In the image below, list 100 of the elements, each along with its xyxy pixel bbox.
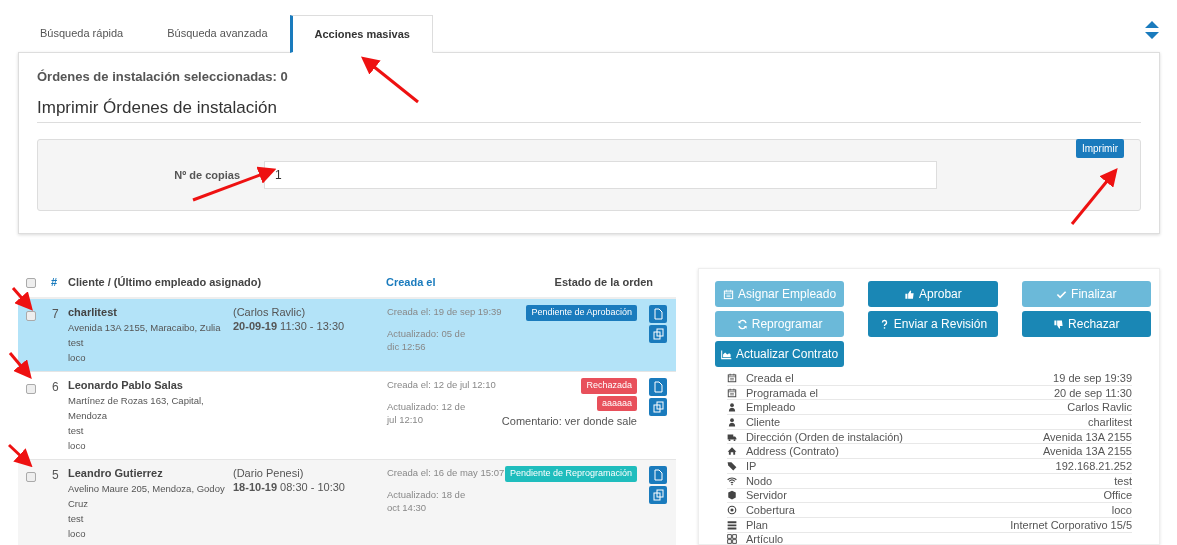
copy-icon[interactable]	[649, 486, 667, 504]
detail-label: Artículo	[745, 532, 785, 544]
tag-icon	[726, 460, 737, 471]
annotation-arrow	[7, 443, 33, 468]
detail-label: Dirección (Orden de instalación)	[745, 429, 905, 444]
copy-icon[interactable]	[649, 398, 667, 416]
row-number: 5	[52, 467, 60, 484]
document-icon[interactable]	[649, 378, 667, 396]
annotation-arrow	[1070, 168, 1118, 225]
detail-value: Internet Corporativo 15/5	[1010, 517, 1132, 532]
employee-name: (Dario Penesi)	[233, 466, 305, 480]
client-name: charlitest	[68, 305, 118, 320]
schedule-text: 18-10-19 08:30 - 10:30	[233, 480, 346, 494]
detail-value: Office	[1103, 488, 1132, 503]
status-badge: Rechazada	[581, 378, 637, 394]
column-header[interactable]: #	[51, 274, 68, 291]
detail-label: Cobertura	[745, 503, 796, 518]
sort-arrows-icon[interactable]	[1144, 20, 1160, 40]
thumbs-up-icon	[904, 288, 916, 300]
action-button[interactable]: Rechazar	[1021, 311, 1151, 337]
status-badge: aaaaaa	[596, 395, 637, 411]
calendar-icon	[723, 288, 735, 300]
copy-icon[interactable]	[649, 325, 667, 343]
calendar-icon	[726, 372, 737, 383]
selected-table-row[interactable]: 7 charlitest Avenida 13A 2155, Maracaibo, Zulia test loco (Carlos Ravlic) 20-09-19 11:30 - 13:30 Creada el: 19 de sep 19:39 Actualizado: 05 de dic 12:56 Pendiente de Aprobación	[18, 299, 676, 372]
detail-label: Cliente	[745, 414, 782, 429]
action-button[interactable]: Aprobar	[868, 281, 998, 307]
calendar-icon	[726, 387, 737, 398]
row-number: 6	[52, 379, 60, 396]
client-note: loco	[68, 527, 87, 541]
client-name: Leonardo Pablo Salas	[68, 378, 184, 393]
client-note: test	[68, 512, 85, 526]
row-checkbox[interactable]	[26, 384, 36, 394]
target-icon	[726, 505, 737, 516]
annotation-arrow	[360, 56, 419, 104]
status-badge: Pendiente de Reprogramación	[504, 466, 637, 482]
annotation-arrow	[11, 287, 33, 311]
tab[interactable]: Acciones masivas	[289, 15, 433, 53]
grid-icon	[726, 534, 737, 544]
copies-input[interactable]: 1	[264, 161, 937, 189]
action-button[interactable]: Enviar a Revisión	[868, 311, 998, 337]
detail-value: charlitest	[1087, 414, 1132, 429]
status-badge: Pendiente de Aprobación	[526, 305, 637, 321]
created-date: Creada el: 16 de may 15:07	[387, 466, 506, 479]
detail-value: test	[1114, 473, 1132, 488]
detail-value: 20 de sep 11:30	[1053, 385, 1132, 400]
action-button[interactable]: Actualizar Contrato	[714, 341, 845, 367]
tab[interactable]: Búsqueda rápida	[18, 14, 146, 52]
row-number: 7	[52, 306, 60, 323]
select-all-checkbox[interactable]	[26, 277, 36, 288]
wifi-icon	[726, 475, 737, 486]
document-icon[interactable]	[649, 305, 667, 323]
user-icon	[726, 416, 737, 427]
thumbs-down-icon	[1053, 318, 1065, 330]
detail-label: Plan	[745, 517, 769, 532]
client-note: loco	[68, 351, 87, 365]
detail-label: Nodo	[745, 473, 774, 488]
client-name: Leandro Gutierrez	[68, 466, 164, 481]
detail-value: 192.168.21.252	[1055, 458, 1132, 473]
column-header[interactable]: Creada el	[386, 274, 486, 291]
created-date: Creada el: 19 de sep 19:39	[387, 305, 503, 318]
print-button[interactable]: Imprimir	[1075, 139, 1124, 158]
row-checkbox[interactable]	[26, 311, 36, 321]
section-title: Imprimir Órdenes de instalación	[37, 94, 1141, 123]
column-header: Cliente / (Último empleado asignado)	[68, 275, 263, 291]
order-comment: Comentario: ver donde sale	[501, 414, 637, 429]
detail-value: Avenida 13A 2155	[1042, 444, 1132, 459]
detail-value: Carlos Ravlic	[1067, 400, 1132, 415]
detail-label: Programada el	[745, 385, 820, 400]
updated-date: Actualizado: 05 de dic 12:56	[387, 327, 467, 353]
annotation-arrow	[8, 352, 32, 379]
detail-label: Servidor	[745, 488, 788, 503]
client-note: test	[68, 336, 85, 350]
client-note: loco	[68, 439, 87, 453]
column-header: Estado de la orden	[553, 275, 653, 291]
updated-date: Actualizado: 12 de jul 12:10	[387, 400, 467, 426]
tab[interactable]: Búsqueda avanzada	[145, 14, 290, 52]
copies-label: Nº de copias	[173, 167, 241, 183]
employee-name: (Carlos Ravlic)	[233, 305, 307, 319]
user-icon	[726, 402, 737, 413]
detail-label: Address (Contrato)	[745, 444, 840, 459]
table-row[interactable]: 5 Leandro Gutierrez Avelino Maure 205, Mendoza, Godoy Cruz test loco (Dario Penesi) 18-10-19 08:30 - 10:30 Creada el: 16 de may 15:07 Actualizado: 18 de oct 14:30 Pendiente de Reprogramación	[18, 460, 676, 545]
detail-label: IP	[745, 458, 758, 473]
document-icon[interactable]	[649, 466, 667, 484]
schedule-text: 20-09-19 11:30 - 13:30	[233, 319, 346, 333]
detail-value: Avenida 13A 2155	[1042, 429, 1132, 444]
area-chart-icon	[721, 348, 733, 360]
client-address: Avenida 13A 2155, Maracaibo, Zulia	[68, 321, 222, 335]
cube-icon	[726, 490, 737, 501]
row-checkbox[interactable]	[26, 472, 36, 482]
server-icon	[726, 519, 737, 530]
detail-label: Creada el	[745, 370, 795, 385]
detail-value: 19 de sep 19:39	[1053, 370, 1132, 385]
refresh-icon	[736, 318, 748, 330]
client-note: test	[68, 424, 85, 438]
created-date: Creada el: 12 de jul 12:10	[387, 378, 497, 391]
detail-label: Empleado	[745, 400, 797, 415]
detail-value: loco	[1111, 503, 1132, 518]
selected-count: Órdenes de instalación seleccionadas: 0	[37, 68, 289, 86]
updated-date: Actualizado: 18 de oct 14:30	[387, 488, 467, 514]
